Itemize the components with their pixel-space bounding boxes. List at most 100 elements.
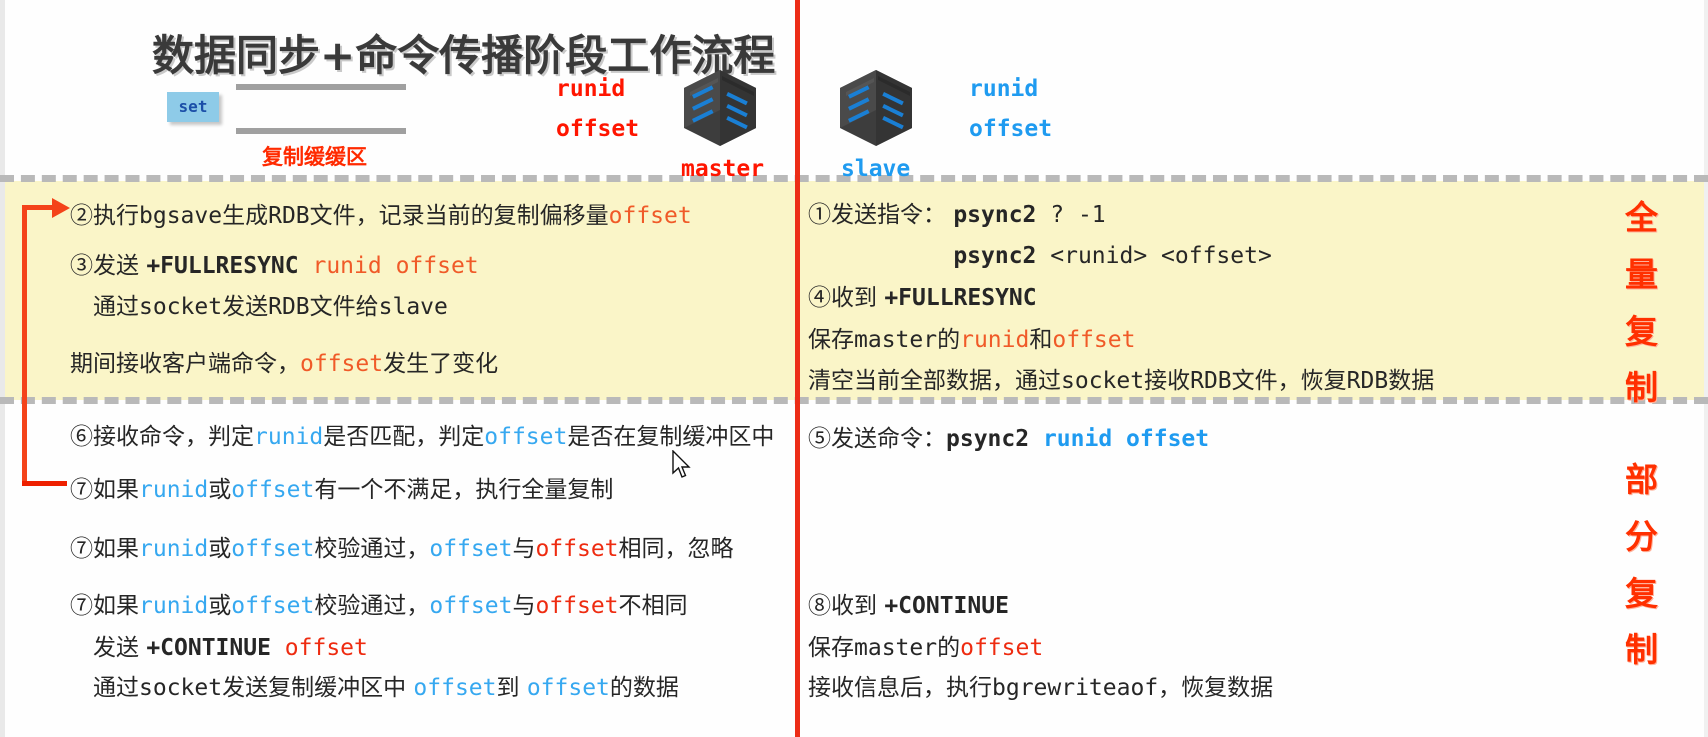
feedback-arrow-tail bbox=[22, 481, 67, 486]
text-segment: ①发送指令： bbox=[808, 202, 954, 228]
flow-line-step8c: 接收信息后，执行bgrewriteaof，恢复数据 bbox=[808, 668, 1273, 702]
flow-line-step7c: ⑦如果runid或offset校验通过，offset与offset不相同 bbox=[70, 586, 688, 620]
text-segment: slave bbox=[378, 294, 448, 320]
flow-line-step8b: 保存master的offset bbox=[808, 628, 1043, 662]
buffer-bar-top bbox=[236, 84, 406, 90]
text-segment: 与 bbox=[512, 536, 536, 562]
text-segment: offset bbox=[608, 203, 692, 229]
text-segment: socket bbox=[139, 294, 223, 320]
set-command-label: set bbox=[178, 97, 208, 116]
feedback-arrow-shaft bbox=[22, 205, 27, 485]
text-segment: ④收到 bbox=[808, 285, 885, 311]
server-rack-icon bbox=[832, 62, 928, 154]
text-segment: +CONTINUE bbox=[884, 593, 1009, 619]
text-segment: psync2 bbox=[953, 202, 1037, 228]
flow-line-step7b: ⑦如果runid或offset校验通过，offset与offset相同，忽略 bbox=[70, 529, 734, 563]
text-segment: socket bbox=[139, 675, 223, 701]
text-segment: offset bbox=[413, 675, 497, 701]
feedback-arrow-head-icon bbox=[52, 198, 70, 218]
text-segment: 有一个不满足，执行全量复制 bbox=[314, 477, 614, 503]
text-segment: 保存 bbox=[808, 327, 854, 353]
text-segment: 通过 bbox=[70, 294, 139, 320]
text-segment: runid bbox=[254, 424, 324, 450]
slave-name-label: slave bbox=[841, 156, 911, 182]
buffer-bar-bottom bbox=[236, 128, 406, 134]
text-segment: 接收信息后，执行 bbox=[808, 675, 992, 701]
partial-replication-label-char: 制 bbox=[1625, 630, 1658, 670]
text-segment: ⑥接收命令，判定 bbox=[70, 424, 254, 450]
flow-line-step1b: psync2 <runid> <offset> bbox=[808, 236, 1272, 270]
divider-dashed-bottom bbox=[0, 397, 1708, 404]
text-segment: ⑧收到 bbox=[808, 593, 885, 619]
text-segment: psync2 bbox=[953, 243, 1037, 269]
text-segment: 与 bbox=[512, 593, 536, 619]
master-offset-label: offset bbox=[556, 116, 640, 142]
text-segment: +FULLRESYNC bbox=[884, 285, 1037, 311]
text-segment: offset bbox=[526, 675, 610, 701]
partial-replication-label-char: 复 bbox=[1625, 573, 1658, 613]
text-segment: offset bbox=[284, 635, 368, 661]
full-replication-label-char: 复 bbox=[1625, 311, 1658, 351]
text-segment: 发生了变化 bbox=[383, 351, 499, 377]
text-segment: offset bbox=[231, 593, 315, 619]
text-segment: +FULLRESYNC bbox=[146, 253, 313, 279]
text-segment: 发送复制缓冲区中 bbox=[222, 675, 414, 701]
text-segment: 到 bbox=[496, 675, 527, 701]
set-command-chip: set bbox=[167, 92, 219, 122]
flow-line-note: 期间接收客户端命令，offset发生了变化 bbox=[70, 344, 498, 378]
text-segment bbox=[808, 243, 953, 269]
text-segment: 生成 bbox=[222, 203, 269, 229]
text-segment: 数据 bbox=[1388, 368, 1435, 394]
text-segment: master bbox=[854, 327, 938, 353]
text-segment: runid bbox=[139, 477, 209, 503]
flow-line-step8: ⑧收到 +CONTINUE bbox=[808, 586, 1009, 620]
text-segment: ⑦如果 bbox=[70, 477, 139, 503]
slide-canvas: 数据同步+命令传播阶段工作流程 set 复制缓缓区 runid offset m… bbox=[0, 0, 1708, 737]
text-segment: RDB bbox=[268, 294, 310, 320]
text-segment: socket bbox=[1061, 368, 1145, 394]
flow-line-step7e: 通过socket发送复制缓冲区中 offset到 offset的数据 bbox=[70, 668, 679, 702]
partial-replication-label-char: 部 bbox=[1625, 460, 1658, 499]
text-segment: 文件，恢复 bbox=[1231, 368, 1347, 394]
full-replication-side-label: 全量复制 bbox=[1625, 190, 1658, 417]
partial-replication-label-char: 分 bbox=[1625, 516, 1658, 556]
flow-line-step4c: 清空当前全部数据，通过socket接收RDB文件，恢复RDB数据 bbox=[808, 361, 1434, 395]
text-segment: offset bbox=[960, 635, 1044, 661]
text-segment: 文件给 bbox=[309, 294, 379, 320]
text-segment: offset bbox=[535, 536, 619, 562]
replication-buffer-label: 复制缓缓区 bbox=[262, 145, 367, 169]
text-segment: runid bbox=[960, 327, 1030, 353]
full-replication-label-char: 量 bbox=[1625, 254, 1658, 294]
slave-offset-label: offset bbox=[969, 116, 1053, 142]
text-segment: 相同，忽略 bbox=[618, 536, 734, 562]
text-segment: RDB bbox=[268, 203, 310, 229]
server-rack-icon bbox=[676, 62, 772, 154]
flow-line-step7d: 发送 +CONTINUE offset bbox=[70, 628, 368, 662]
text-segment: ? -1 bbox=[1036, 202, 1106, 228]
text-segment: 通过 bbox=[70, 675, 139, 701]
text-segment: bgsave bbox=[139, 203, 223, 229]
master-name-label: master bbox=[681, 156, 765, 182]
text-segment: ⑤发送命令： bbox=[808, 426, 946, 452]
flow-line-step5: ⑤发送命令：psync2 runid offset bbox=[808, 419, 1209, 453]
text-segment: offset bbox=[535, 593, 619, 619]
flow-line-step3: ③发送 +FULLRESYNC runid offset bbox=[70, 246, 479, 280]
flow-line-step1: ①发送指令： psync2 ? -1 bbox=[808, 195, 1106, 229]
text-segment: offset bbox=[231, 536, 315, 562]
text-segment: 和 bbox=[1029, 327, 1053, 353]
text-segment: runid offset bbox=[1029, 426, 1210, 452]
text-segment: ，恢复数据 bbox=[1158, 675, 1274, 701]
text-segment: 或 bbox=[208, 477, 232, 503]
text-segment: 文件，记录当前的复制偏移量 bbox=[309, 203, 609, 229]
text-segment: runid offset bbox=[312, 253, 479, 279]
text-segment: 是否在复制缓冲区中 bbox=[567, 424, 775, 450]
text-segment: 是否匹配，判定 bbox=[323, 424, 485, 450]
text-segment: 的 bbox=[937, 327, 961, 353]
text-segment: 校验通过， bbox=[314, 536, 430, 562]
text-segment: 的数据 bbox=[609, 675, 679, 701]
text-segment: 发送 bbox=[70, 635, 147, 661]
text-segment: offset bbox=[429, 593, 513, 619]
text-segment: RDB bbox=[1346, 368, 1389, 394]
text-segment: ③发送 bbox=[70, 253, 147, 279]
partial-replication-side-label: 部分复制 bbox=[1625, 452, 1658, 679]
